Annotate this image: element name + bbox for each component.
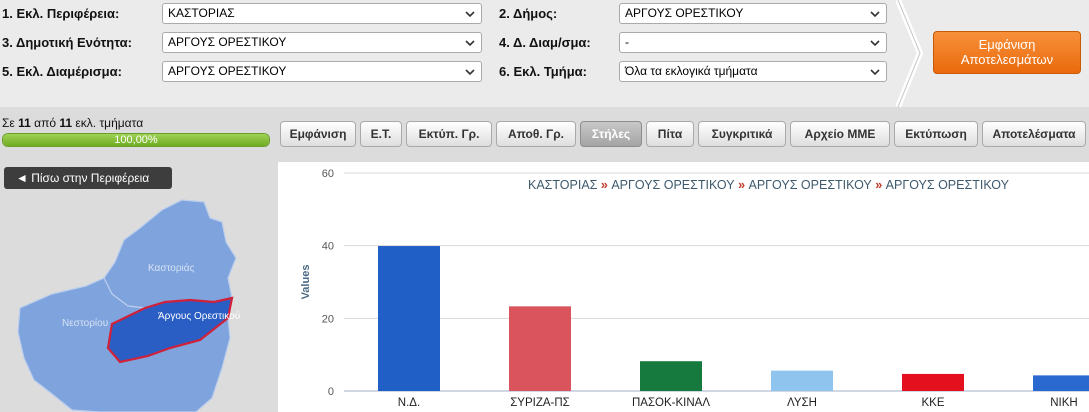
breadcrumb-separator: »: [597, 178, 612, 192]
y-tick-label: 60: [322, 168, 334, 180]
map-label-kastoria: Καστοριάς: [148, 262, 195, 274]
chevron-down-icon: [870, 69, 880, 76]
tab-compare[interactable]: Συγκριτικά: [698, 121, 786, 147]
tab-show[interactable]: Εμφάνιση: [280, 121, 356, 147]
breadcrumb-separator: »: [734, 178, 749, 192]
x-tick-label: ΣΥΡΙΖΑ-ΠΣ: [510, 397, 570, 409]
region-label: 1. Εκλ. Περιφέρεια:: [2, 6, 120, 21]
municipality-select[interactable]: ΑΡΓΟΥΣ ΟΡΕΣΤΙΚΟΥ: [619, 3, 887, 24]
x-tick-label: ΝΙΚΗ: [1050, 397, 1077, 409]
electoral-district-select[interactable]: ΑΡΓΟΥΣ ΟΡΕΣΤΙΚΟΥ: [162, 61, 482, 82]
tab-print-gr[interactable]: Εκτύπ. Γρ.: [406, 121, 492, 147]
y-tick-label: 40: [322, 241, 334, 253]
bar-2[interactable]: [509, 306, 571, 391]
progress-percent: 100,00%: [114, 134, 158, 146]
show-results-button[interactable]: Εμφάνιση Αποτελεσμάτων: [933, 31, 1081, 74]
arrow-divider: [896, 0, 924, 107]
bar-1[interactable]: [378, 246, 440, 391]
tab-pie[interactable]: Πίτα: [646, 121, 694, 147]
bar-4[interactable]: [771, 370, 833, 391]
region-select[interactable]: ΚΑΣΤΟΡΙΑΣ: [162, 3, 482, 24]
electoral-district-label: 5. Εκλ. Διαμέρισμα:: [2, 64, 122, 79]
section-label: 6. Εκλ. Τμήμα:: [499, 64, 587, 79]
section-select[interactable]: Όλα τα εκλογικά τμήματα: [619, 61, 887, 82]
map-label-nestorio: Νεστορίου: [62, 317, 108, 329]
chevron-down-icon: [465, 40, 475, 47]
breadcrumb: ΚΑΣΤΟΡΙΑΣ » ΑΡΓΟΥΣ ΟΡΕΣΤΙΚΟΥ » ΑΡΓΟΥΣ ΟΡ…: [528, 178, 1009, 192]
chevron-down-icon: [465, 69, 475, 76]
tab-print[interactable]: Εκτύπωση: [894, 121, 978, 147]
back-to-region-button[interactable]: ◄ Πίσω στην Περιφέρεια: [4, 167, 172, 189]
x-tick-label: ΚΚΕ: [921, 397, 944, 409]
map-region-kastoria[interactable]: [103, 199, 237, 309]
tab-columns[interactable]: Στήλες: [580, 121, 642, 147]
progress-bar: 100,00%: [2, 133, 270, 147]
chevron-down-icon: [870, 11, 880, 18]
region-map: Καστοριάς Άργους Ορεστικού Νεστορίου: [17, 199, 240, 412]
tab-results[interactable]: Αποτελέσματα: [982, 121, 1086, 147]
filter-bar: 1. Εκλ. Περιφέρεια: ΚΑΣΤΟΡΙΑΣ 2. Δήμος: …: [0, 0, 1089, 107]
district-label: 4. Δ. Διαμ/σμα:: [499, 35, 591, 50]
map-label-argos: Άργους Ορεστικού: [158, 310, 240, 322]
x-tick-label: Ν.Δ.: [398, 397, 420, 409]
breadcrumb-item[interactable]: ΑΡΓΟΥΣ ΟΡΕΣΤΙΚΟΥ: [611, 178, 734, 192]
breadcrumb-item[interactable]: ΑΡΓΟΥΣ ΟΡΕΣΤΙΚΟΥ: [886, 178, 1009, 192]
district-select[interactable]: -: [619, 32, 887, 53]
progress-text: Σε 11 από 11 εκλ. τμήματα: [2, 116, 144, 130]
tab-media[interactable]: Αρχείο ΜΜΕ: [790, 121, 890, 147]
y-tick-label: 20: [322, 313, 334, 325]
bar-chart: 0 20 40 60 Values Ν.Δ. ΣΥΡΙΖΑ-ΠΣ ΠΑΣΟΚ-ΚΙΝΑΛ ΛΥΣ…: [300, 168, 1089, 409]
chevron-down-icon: [870, 40, 880, 47]
breadcrumb-item[interactable]: ΑΡΓΟΥΣ ΟΡΕΣΤΙΚΟΥ: [749, 178, 872, 192]
chart-panel: 0 20 40 60 Values Ν.Δ. ΣΥΡΙΖΑ-ΠΣ ΠΑΣΟΚ-ΚΙΝΑΛ ΛΥΣ…: [278, 162, 1089, 412]
municipality-label: 2. Δήμος:: [499, 6, 558, 21]
tab-et[interactable]: Ε.Τ.: [360, 121, 402, 147]
x-tick-label: ΠΑΣΟΚ-ΚΙΝΑΛ: [632, 397, 710, 409]
breadcrumb-separator: »: [871, 178, 886, 192]
tab-save-gr[interactable]: Αποθ. Γρ.: [496, 121, 576, 147]
municipal-unit-label: 3. Δημοτική Ενότητα:: [2, 35, 132, 50]
bar-6[interactable]: [1033, 375, 1089, 391]
bar-3[interactable]: [640, 361, 702, 391]
municipal-unit-select[interactable]: ΑΡΓΟΥΣ ΟΡΕΣΤΙΚΟΥ: [162, 32, 482, 53]
y-tick-label: 0: [328, 386, 334, 398]
x-tick-label: ΛΥΣΗ: [787, 397, 817, 409]
bar-5[interactable]: [902, 373, 964, 391]
breadcrumb-item[interactable]: ΚΑΣΤΟΡΙΑΣ: [528, 178, 597, 192]
chevron-down-icon: [465, 11, 475, 18]
y-axis-label: Values: [300, 265, 312, 300]
